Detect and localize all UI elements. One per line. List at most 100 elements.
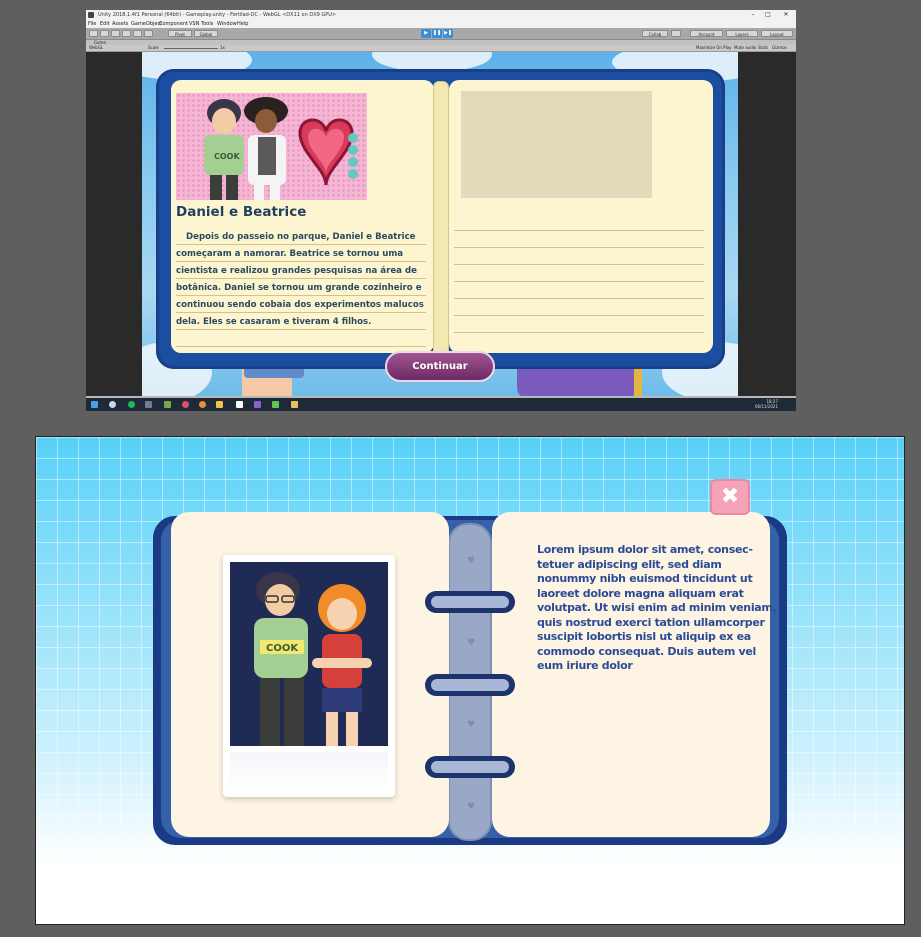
ending-book: COOK Daniel e Beatrice Depois do passeio… bbox=[156, 69, 725, 369]
move-tool-icon[interactable] bbox=[100, 30, 109, 37]
story-line: Depois do passeio no parque, Daniel e Be… bbox=[186, 232, 416, 242]
notebook-ring bbox=[425, 674, 515, 696]
unity-taskbar-icon[interactable] bbox=[236, 401, 243, 408]
menu-component[interactable]: Component bbox=[159, 20, 188, 28]
display-dropdown[interactable]: WebGL bbox=[89, 45, 103, 51]
menu-window[interactable]: Window bbox=[217, 20, 237, 28]
menu-assets[interactable]: Assets bbox=[112, 20, 128, 28]
clock-date: 06/11/2021 bbox=[754, 404, 778, 409]
card-story-text: Depois do passeio no parque, Daniel e Be… bbox=[176, 229, 426, 331]
notebook-ring bbox=[425, 591, 515, 613]
ruled-line bbox=[454, 315, 704, 316]
text-line: laoreet dolore magna aliquam erat bbox=[537, 586, 744, 600]
chrome-icon[interactable] bbox=[182, 401, 189, 408]
ruled-line bbox=[454, 264, 704, 265]
book-right-page bbox=[449, 80, 713, 353]
visual-studio-icon[interactable] bbox=[254, 401, 261, 408]
game-view-toolbar: WebGL Scale 1x Maximize On Play Mute aud… bbox=[86, 45, 796, 52]
text-line: volutpat. Ut wisi enim ad minim veniam, bbox=[537, 601, 777, 614]
unity-editor-window: Unity 2018.1.4f1 Personal (64bit) - Game… bbox=[86, 10, 796, 411]
text-line: tetuer adipiscing elit, sed diam bbox=[537, 557, 722, 571]
close-button[interactable]: ✖ bbox=[710, 479, 750, 515]
book-left-page: COOK Daniel e Beatrice Depois do passeio… bbox=[171, 80, 434, 353]
window-title: Unity 2018.1.4f1 Personal (64bit) - Game… bbox=[98, 12, 337, 18]
transform-tool-icon[interactable] bbox=[144, 30, 153, 37]
spotify-icon[interactable] bbox=[128, 401, 135, 408]
menu-edit[interactable]: Edit bbox=[100, 20, 110, 28]
play-button[interactable]: ▶ bbox=[421, 29, 431, 38]
collab-dropdown[interactable]: Collab bbox=[642, 30, 668, 37]
pause-button[interactable]: ❚❚ bbox=[432, 29, 442, 38]
polaroid-photo: COOK bbox=[223, 555, 395, 797]
pivot-toggle[interactable]: Pivot bbox=[168, 30, 192, 37]
photo-caption-area bbox=[230, 752, 388, 790]
game-scene: COOK Daniel e Beatrice Depois do passeio… bbox=[142, 52, 738, 398]
gizmos-dropdown[interactable]: Gizmos bbox=[772, 45, 787, 51]
app-icon[interactable] bbox=[199, 401, 206, 408]
characters-svg: COOK bbox=[254, 572, 372, 746]
menu-file[interactable]: File bbox=[88, 20, 96, 28]
folder-icon[interactable] bbox=[291, 401, 298, 408]
unity-logo-icon bbox=[88, 12, 94, 18]
heart-icon: ♥ bbox=[467, 556, 476, 566]
layout-dropdown[interactable]: Layout bbox=[761, 30, 793, 37]
text-line: nonummy nibh euismod tincidunt ut bbox=[537, 572, 753, 585]
book-spine bbox=[433, 81, 449, 357]
menu-help[interactable]: Help bbox=[237, 20, 248, 28]
maximize-on-play-toggle[interactable]: Maximize On Play bbox=[696, 45, 732, 51]
rotate-tool-icon[interactable] bbox=[111, 30, 120, 37]
ruled-line bbox=[176, 346, 426, 347]
app-icon[interactable] bbox=[164, 401, 171, 408]
step-button[interactable]: ▶❚ bbox=[443, 29, 453, 38]
story-line: dela. Eles se casaram e tiveram 4 filhos… bbox=[176, 317, 372, 327]
heart-icon: ♥ bbox=[467, 638, 476, 648]
layers-dropdown[interactable]: Layers bbox=[726, 30, 758, 37]
scale-label: Scale bbox=[148, 45, 159, 50]
window-titlebar: Unity 2018.1.4f1 Personal (64bit) - Game… bbox=[86, 10, 796, 20]
continue-button[interactable]: Continuar bbox=[385, 351, 495, 382]
account-dropdown[interactable]: Account bbox=[690, 30, 723, 37]
maximize-icon[interactable]: □ bbox=[761, 10, 775, 20]
heart-icon: ♥ bbox=[467, 720, 476, 730]
notebook-ring bbox=[425, 756, 515, 778]
card-title: Daniel e Beatrice bbox=[176, 204, 307, 220]
story-line: continuou sendo cobaia dos experimentos … bbox=[176, 300, 424, 310]
app-icon[interactable] bbox=[145, 401, 152, 408]
notebook-mockup: ♥ ♥ ♥ ♥ COOK Lorem ipsum dolor sit amet,… bbox=[35, 436, 905, 925]
couple-portrait-svg: COOK bbox=[204, 97, 358, 200]
menu-bar: File Edit Assets GameObject Component VS… bbox=[86, 20, 796, 28]
ruled-line bbox=[454, 298, 704, 299]
system-clock[interactable]: 18:27 06/11/2021 bbox=[755, 399, 778, 409]
story-line: cientista e realizou grandes pesquisas n… bbox=[176, 266, 417, 276]
scale-slider[interactable] bbox=[164, 48, 218, 49]
hand-tool-icon[interactable] bbox=[89, 30, 98, 37]
story-line: começaram a namorar. Beatrice se tornou … bbox=[176, 249, 404, 259]
cloud-icon[interactable] bbox=[671, 30, 681, 37]
app-icon[interactable] bbox=[216, 401, 223, 408]
rect-tool-icon[interactable] bbox=[133, 30, 142, 37]
story-line: botânica. Daniel se tornou um grande coz… bbox=[176, 283, 422, 293]
minimize-icon[interactable]: – bbox=[746, 10, 760, 20]
game-viewport: COOK Daniel e Beatrice Depois do passeio… bbox=[86, 52, 796, 398]
ruled-line bbox=[454, 281, 704, 282]
app-icon[interactable] bbox=[272, 401, 279, 408]
search-icon[interactable] bbox=[109, 401, 116, 408]
stats-toggle[interactable]: Stats bbox=[758, 45, 768, 51]
ruled-line bbox=[454, 230, 704, 231]
placeholder-text: Lorem ipsum dolor sit amet, consec- tetu… bbox=[537, 543, 777, 674]
global-toggle[interactable]: Global bbox=[194, 30, 218, 37]
svg-text:COOK: COOK bbox=[266, 643, 299, 654]
windows-start-icon[interactable] bbox=[91, 401, 98, 408]
svg-text:COOK: COOK bbox=[214, 152, 240, 161]
menu-vsn[interactable]: VSN bbox=[189, 20, 199, 28]
scale-tool-icon[interactable] bbox=[122, 30, 131, 37]
image-placeholder bbox=[461, 91, 652, 198]
close-window-icon[interactable]: ✕ bbox=[779, 10, 793, 20]
editor-toolbar: Pivot Global ▶ ❚❚ ▶❚ Collab Account Laye… bbox=[86, 28, 796, 40]
mute-audio-toggle[interactable]: Mute audio bbox=[734, 45, 756, 51]
text-line: suscipit lobortis nisl ut aliquip ex ea bbox=[537, 630, 751, 643]
ruled-line bbox=[454, 247, 704, 248]
menu-gameobject[interactable]: GameObject bbox=[131, 20, 162, 28]
menu-tools[interactable]: Tools bbox=[201, 20, 213, 28]
ruled-line bbox=[454, 332, 704, 333]
